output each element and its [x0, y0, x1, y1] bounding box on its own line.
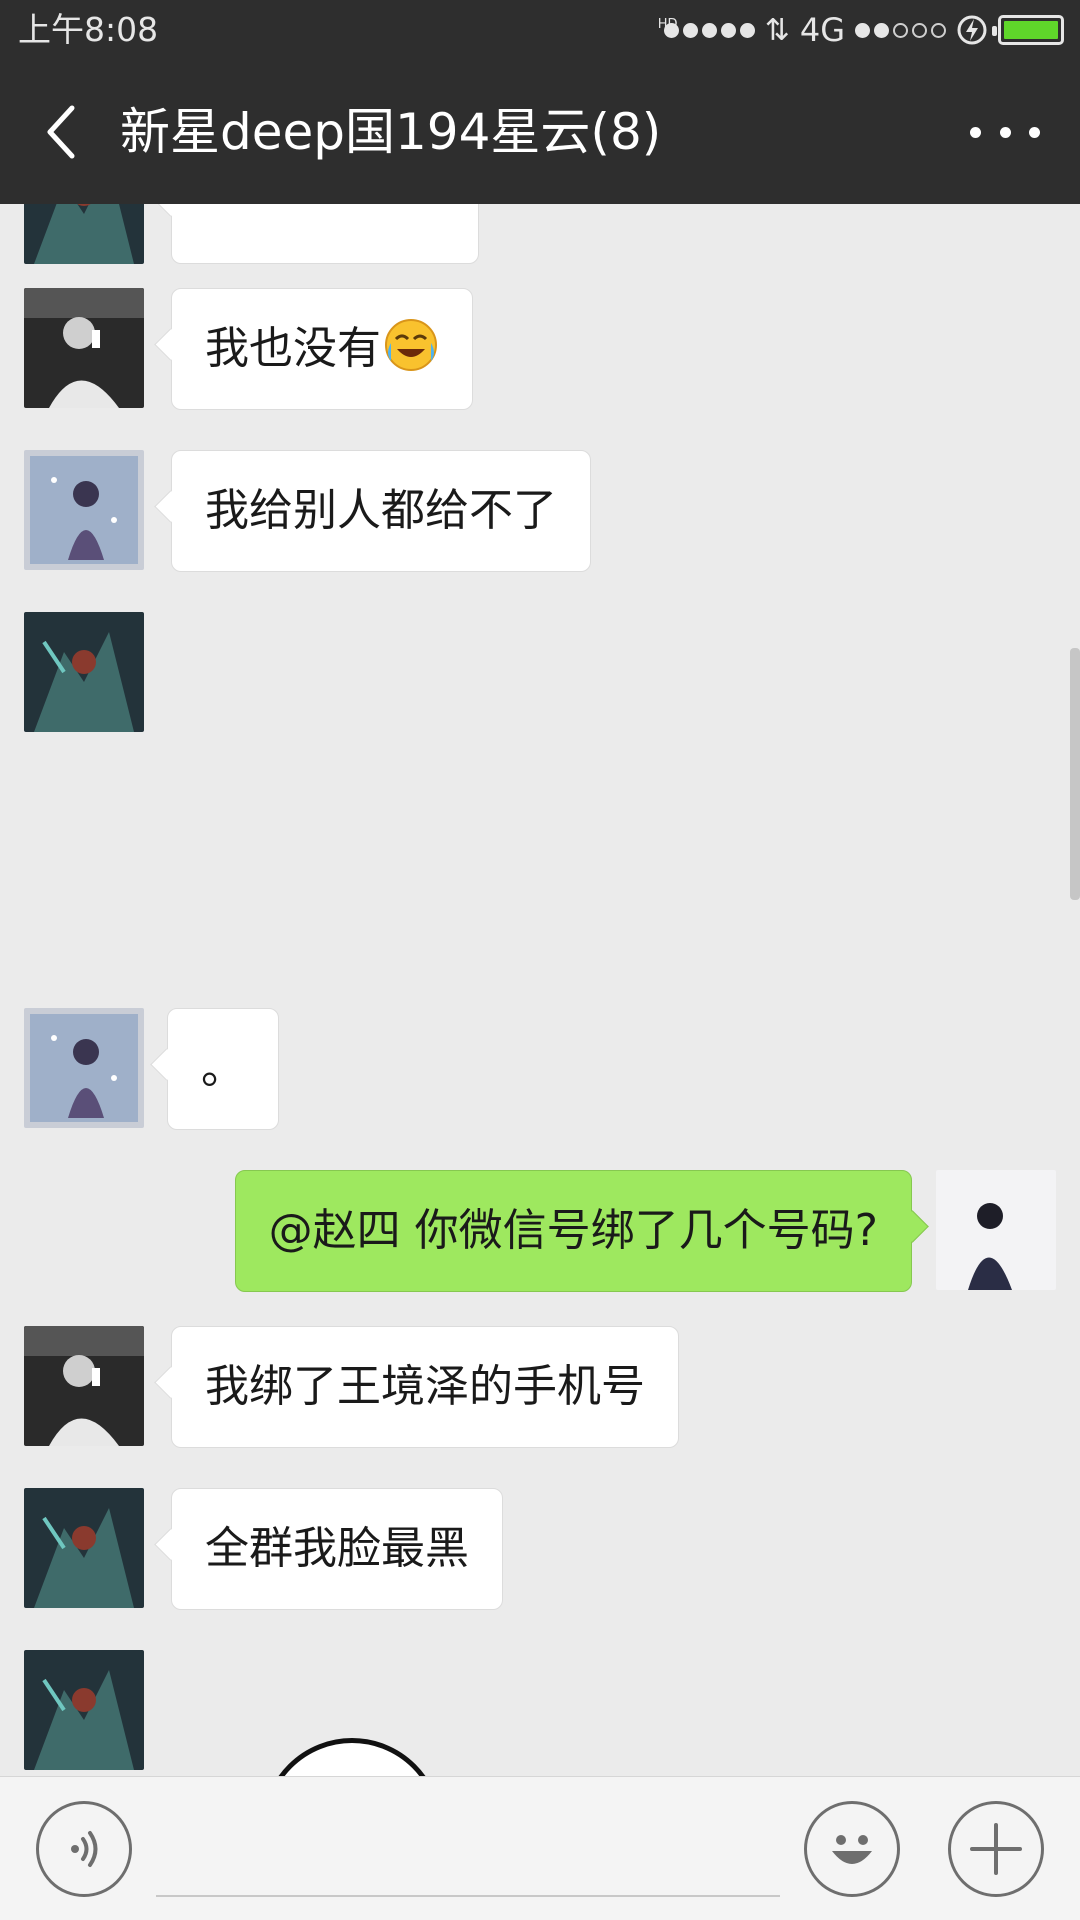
emoji-button[interactable]: [804, 1801, 900, 1897]
emoji-face-icon: [832, 1835, 872, 1864]
hd-label: HD: [657, 16, 678, 32]
message-bubble[interactable]: 我也没有: [171, 288, 473, 410]
sticker-image[interactable]: [262, 1738, 442, 1776]
signal-dots-icon: HD: [658, 17, 755, 38]
message-bubble[interactable]: 。: [167, 1008, 279, 1130]
message-bubble[interactable]: 我给别人都给不了: [171, 450, 591, 572]
avatar-warrior[interactable]: [24, 612, 144, 732]
voice-button[interactable]: [36, 1801, 132, 1897]
more-dots-icon: [970, 126, 981, 138]
scrollbar[interactable]: [1070, 648, 1080, 900]
charging-icon: [957, 15, 987, 45]
avatar-boy-drinking[interactable]: [24, 288, 144, 408]
avatar-warrior[interactable]: [24, 204, 144, 264]
message-bubble[interactable]: 我绑了王境泽的手机号: [171, 1326, 679, 1448]
message-text: 我也没有: [205, 323, 381, 374]
back-button[interactable]: [36, 102, 86, 162]
more-button[interactable]: [970, 112, 1040, 152]
battery-icon: [992, 15, 1064, 45]
wifi-dots-icon: [855, 22, 946, 38]
avatar-self[interactable]: [936, 1170, 1056, 1290]
network-type: 4G: [799, 11, 845, 49]
chevron-left-icon: [47, 105, 75, 159]
status-time: 上午8:08: [18, 10, 159, 49]
data-arrows-icon: ⇅: [764, 12, 790, 48]
status-icons: HD ⇅ 4G: [658, 10, 1064, 50]
input-bar: [0, 1776, 1080, 1920]
chat-title: 新星deep国194星云(8): [120, 103, 662, 161]
message-bubble[interactable]: [171, 204, 479, 264]
avatar-snow-girl[interactable]: [24, 450, 144, 570]
voice-icon: [71, 1831, 98, 1867]
message-bubble[interactable]: 全群我脸最黑: [171, 1488, 503, 1610]
plus-icon: [970, 1823, 1022, 1875]
status-bar: 上午8:08 HD ⇅ 4G: [0, 0, 1080, 60]
avatar-snow-girl[interactable]: [24, 1008, 144, 1128]
chat-header: 新星deep国194星云(8): [0, 60, 1080, 204]
message-input[interactable]: [156, 1817, 780, 1897]
crying-laughing-emoji: [385, 319, 437, 371]
chat-message-list[interactable]: 我也没有 我给别人都给不了 。 @赵四 你微信号绑了几个号码? 我绑了王境泽的手…: [0, 204, 1080, 1776]
avatar-warrior[interactable]: [24, 1650, 144, 1770]
avatar-warrior[interactable]: [24, 1488, 144, 1608]
avatar-boy-drinking[interactable]: [24, 1326, 144, 1446]
own-message-bubble[interactable]: @赵四 你微信号绑了几个号码?: [234, 1170, 912, 1292]
plus-button[interactable]: [948, 1801, 1044, 1897]
